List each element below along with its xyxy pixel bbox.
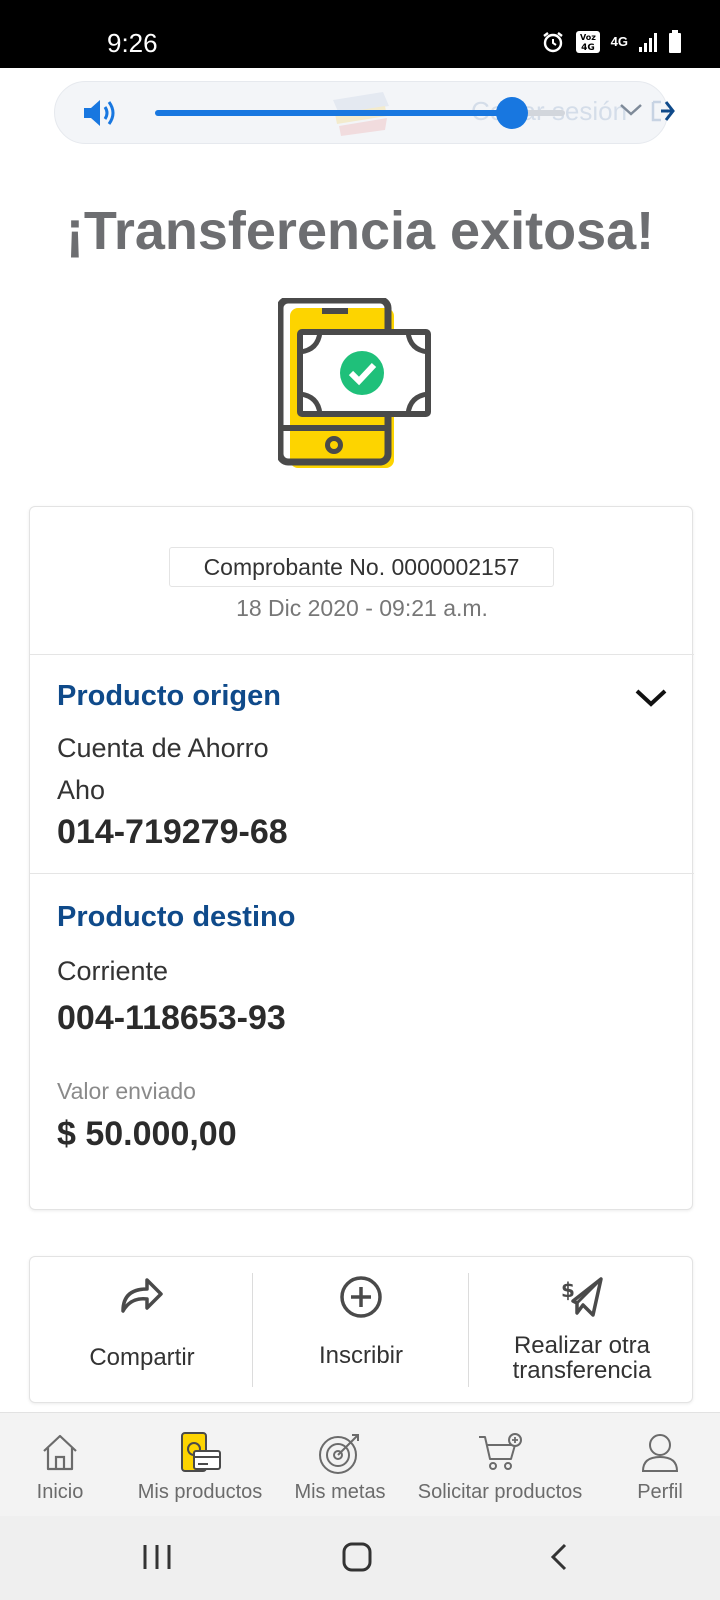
nav-label-request-products: Solicitar productos xyxy=(417,1481,583,1503)
svg-text:4G: 4G xyxy=(581,43,595,53)
bottom-nav: Inicio Mis productos Mis metas Solicitar… xyxy=(0,1412,720,1516)
nav-item-profile[interactable]: Perfil xyxy=(610,1413,710,1517)
recent-apps-icon[interactable] xyxy=(140,1542,174,1572)
send-money-icon: $ xyxy=(561,1277,603,1317)
user-icon xyxy=(641,1434,679,1472)
nav-item-goals[interactable]: Mis metas xyxy=(284,1413,396,1517)
volume-slider-thumb[interactable] xyxy=(495,97,528,129)
new-transfer-label-line2: transferencia xyxy=(512,1357,652,1384)
voucher-datetime: 18 Dic 2020 - 09:21 a.m. xyxy=(236,595,488,621)
alarm-icon xyxy=(542,32,563,53)
destination-account-type: Corriente xyxy=(57,956,169,986)
home-button-icon[interactable] xyxy=(342,1542,372,1572)
volume-icon[interactable] xyxy=(81,96,121,130)
divider xyxy=(30,654,694,655)
enroll-button[interactable]: Inscribir xyxy=(254,1257,468,1404)
battery-icon xyxy=(669,30,681,53)
volte-icon: Voz 4G xyxy=(575,31,600,53)
share-icon xyxy=(121,1278,163,1313)
new-transfer-button[interactable]: $ Realizar otra transferencia xyxy=(470,1257,694,1404)
destination-account-number: 004-118653-93 xyxy=(57,999,286,1037)
page-title: ¡Transferencia exitosa! xyxy=(65,201,655,261)
logout-icon[interactable] xyxy=(649,96,675,126)
products-icon xyxy=(181,1432,221,1472)
nav-label-products: Mis productos xyxy=(137,1481,263,1503)
actions-card: Compartir Inscribir $ Realizar otra tran… xyxy=(29,1256,693,1403)
nav-item-request-products[interactable]: Solicitar productos xyxy=(408,1413,592,1517)
amount-label: Valor enviado xyxy=(57,1078,196,1104)
nav-label-home: Inicio xyxy=(36,1481,84,1503)
nav-label-goals: Mis metas xyxy=(294,1481,386,1503)
svg-text:$: $ xyxy=(561,1278,575,1302)
status-icons: Voz 4G 4G xyxy=(541,30,682,54)
origin-title: Producto origen xyxy=(57,680,281,712)
divider xyxy=(30,873,694,874)
voucher-number: Comprobante No. 0000002157 xyxy=(169,547,554,587)
nav-item-home[interactable]: Inicio xyxy=(10,1413,110,1517)
destination-title: Producto destino xyxy=(57,901,296,933)
back-icon[interactable] xyxy=(548,1542,570,1572)
share-button[interactable]: Compartir xyxy=(30,1257,254,1404)
receipt-card: Comprobante No. 0000002157 18 Dic 2020 -… xyxy=(29,506,694,1210)
volume-slider-fill xyxy=(155,110,512,116)
transfer-success-illustration xyxy=(278,298,431,468)
network-type: 4G xyxy=(610,34,628,49)
signal-icon xyxy=(639,33,657,52)
nav-item-products[interactable]: Mis productos xyxy=(128,1413,272,1517)
origin-account-type: Cuenta de Ahorro xyxy=(57,733,269,763)
chevron-down-icon[interactable] xyxy=(618,102,644,118)
origin-account-number: 014-719279-68 xyxy=(57,813,288,851)
app-header: Cerrar sesión xyxy=(54,81,675,144)
cart-icon xyxy=(479,1433,522,1470)
status-time: 9:26 xyxy=(107,28,158,58)
status-bar: 9:26 Voz 4G 4G xyxy=(0,0,720,68)
share-label: Compartir xyxy=(89,1344,195,1371)
nav-label-profile: Perfil xyxy=(637,1481,683,1503)
chevron-down-icon[interactable] xyxy=(634,687,668,709)
svg-text:Voz: Voz xyxy=(580,33,596,42)
separator xyxy=(468,1273,469,1387)
volume-slider[interactable] xyxy=(155,97,565,129)
new-transfer-label: Realizar otra transferencia xyxy=(470,1333,694,1383)
system-nav-bar xyxy=(0,1516,720,1600)
new-transfer-label-line1: Realizar otra xyxy=(513,1332,651,1359)
plus-circle-icon xyxy=(340,1276,382,1318)
origin-short-type: Aho xyxy=(57,775,106,805)
enroll-label: Inscribir xyxy=(318,1342,403,1369)
amount-value: $ 50.000,00 xyxy=(57,1115,237,1153)
target-icon xyxy=(319,1434,359,1474)
separator xyxy=(252,1273,253,1387)
home-icon xyxy=(43,1434,77,1471)
